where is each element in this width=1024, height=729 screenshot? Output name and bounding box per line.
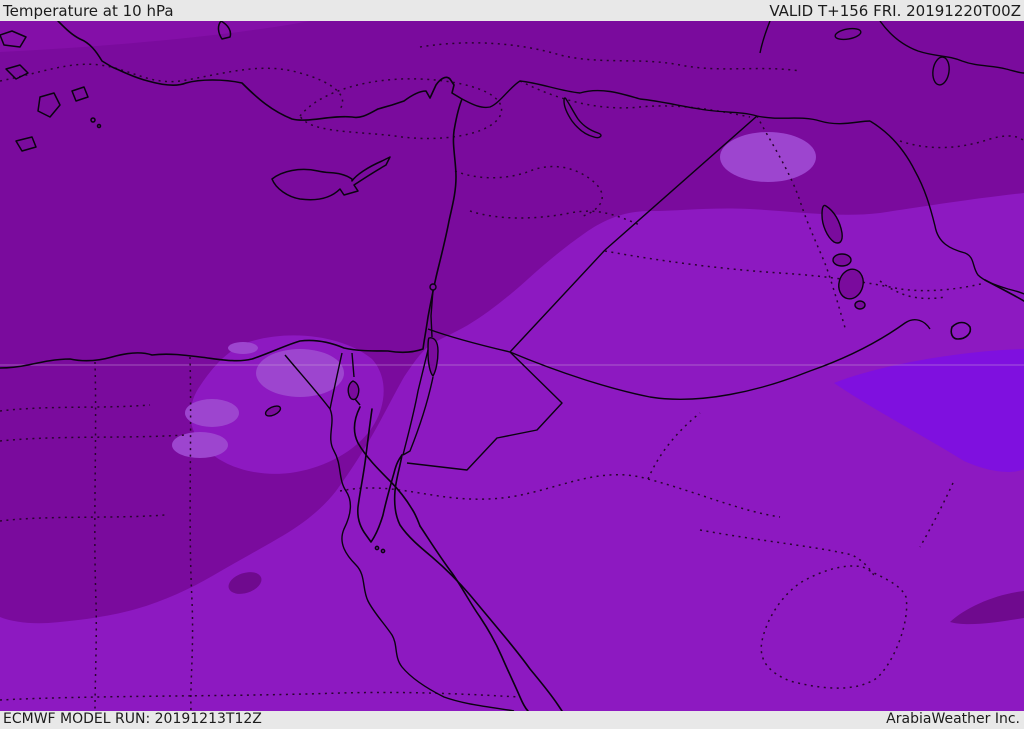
valid-time-label: VALID T+156 FRI. 20191220T00Z [769, 2, 1021, 20]
weather-map-screenshot: Temperature at 10 hPa VALID T+156 FRI. 2… [0, 0, 1024, 729]
top-bar: Temperature at 10 hPa VALID T+156 FRI. 2… [0, 0, 1024, 21]
map-canvas [0, 21, 1024, 711]
model-run-label: ECMWF MODEL RUN: 20191213T12Z [3, 711, 262, 727]
map-title: Temperature at 10 hPa [3, 2, 174, 20]
bottom-bar: ECMWF MODEL RUN: 20191213T12Z ArabiaWeat… [0, 711, 1024, 729]
forecast-map [0, 21, 1024, 711]
temperature-bands [0, 21, 1024, 711]
credit-label: ArabiaWeather Inc. [886, 711, 1020, 727]
